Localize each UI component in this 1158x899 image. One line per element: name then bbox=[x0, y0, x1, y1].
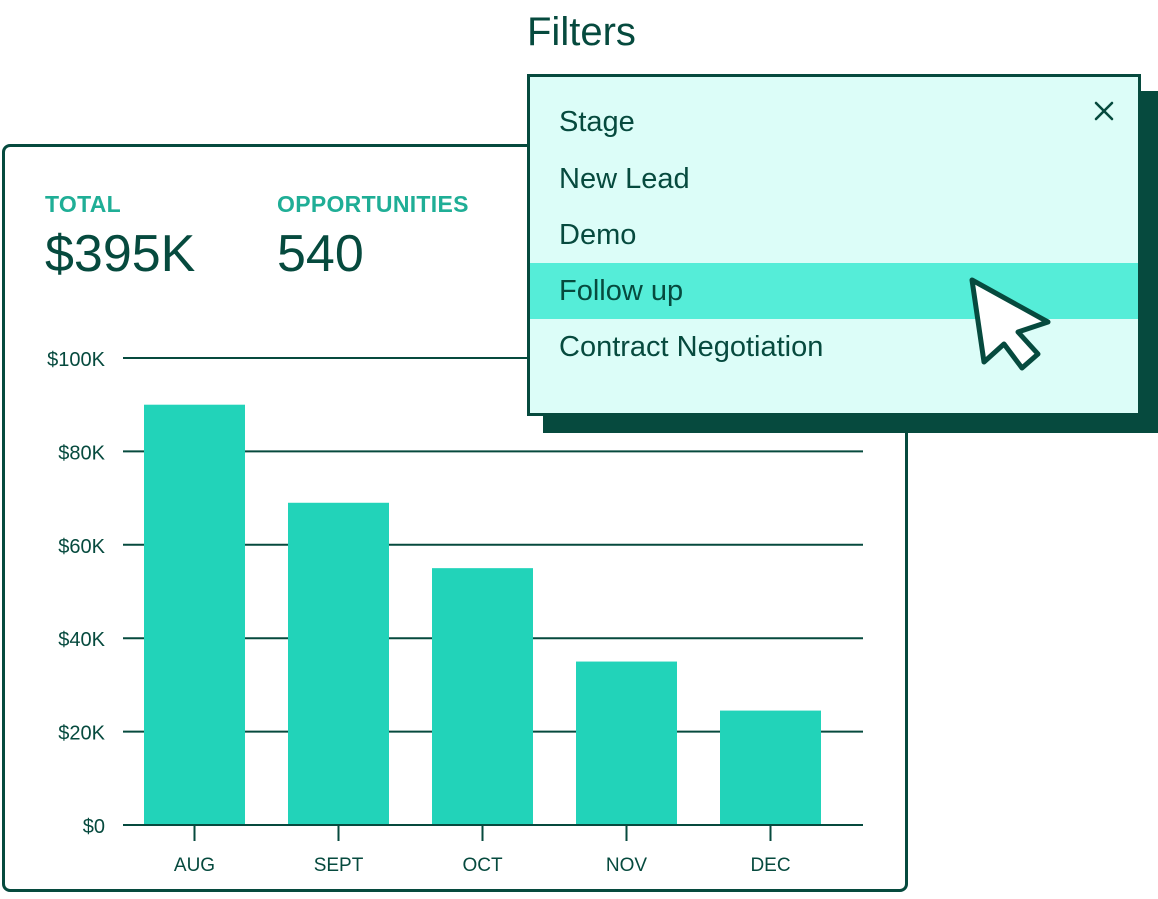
bar-dec bbox=[720, 710, 821, 825]
y-tick-label: $0 bbox=[83, 816, 105, 838]
bar-sept bbox=[288, 502, 389, 825]
filter-option-stage[interactable]: Stage bbox=[530, 94, 1138, 150]
bar-aug bbox=[144, 404, 245, 825]
y-tick-label: $40K bbox=[58, 629, 105, 651]
y-tick-label: $20K bbox=[58, 723, 105, 745]
filters-title: Filters bbox=[527, 10, 636, 54]
x-tick-label: AUG bbox=[174, 855, 215, 876]
y-tick-label: $100K bbox=[47, 349, 105, 371]
y-tick-label: $60K bbox=[58, 536, 105, 558]
x-tick-label: NOV bbox=[606, 855, 648, 876]
bar-nov bbox=[576, 661, 677, 825]
y-tick-label: $80K bbox=[58, 442, 105, 464]
close-icon[interactable] bbox=[1090, 97, 1118, 125]
bar-oct bbox=[432, 568, 533, 825]
filter-option-new-lead[interactable]: New Lead bbox=[530, 151, 1138, 207]
x-tick-label: OCT bbox=[462, 855, 503, 876]
x-tick-label: DEC bbox=[750, 855, 790, 876]
filter-option-demo[interactable]: Demo bbox=[530, 207, 1138, 263]
arrow-cursor-icon bbox=[969, 277, 1051, 371]
x-tick-label: SEPT bbox=[314, 855, 364, 876]
